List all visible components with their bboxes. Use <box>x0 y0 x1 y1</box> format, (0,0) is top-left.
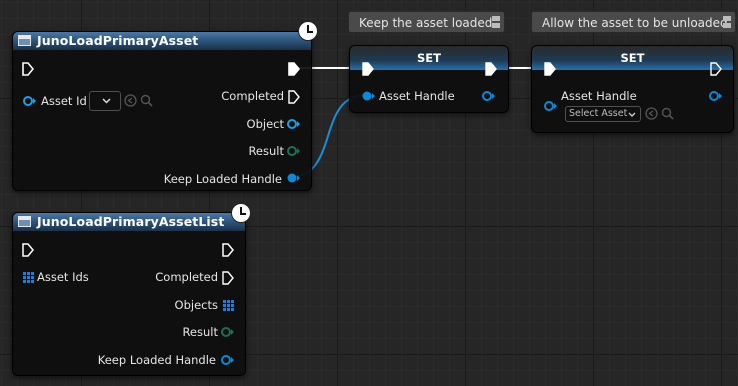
set-node-header[interactable]: SET <box>532 46 733 70</box>
objects-array-pin[interactable] <box>223 300 234 311</box>
comment-keep-loaded[interactable]: Keep the asset loaded <box>348 11 505 33</box>
asset-handle-in-pin[interactable] <box>543 100 557 112</box>
node-header[interactable]: JunoLoadPrimaryAssetList <box>13 213 245 231</box>
exec-out-pin[interactable] <box>485 62 497 76</box>
asset-id-label: Asset Id <box>41 94 87 108</box>
object-label: Object <box>246 117 284 131</box>
comment-text: Keep the asset loaded <box>359 16 493 30</box>
use-selected-icon[interactable] <box>645 107 658 120</box>
node-set-keep-loaded[interactable]: SET Asset Handle <box>349 45 509 113</box>
result-label: Result <box>182 325 218 339</box>
completed-exec-pin[interactable] <box>222 271 234 285</box>
chevron-down-icon <box>628 112 636 117</box>
object-pin[interactable] <box>286 118 300 130</box>
node-header[interactable]: JunoLoadPrimaryAsset <box>13 32 311 50</box>
keep-loaded-handle-pin[interactable] <box>220 354 234 366</box>
array-pin-icon[interactable] <box>23 272 34 283</box>
completed-exec-pin[interactable] <box>288 90 300 104</box>
comment-bubble-icon[interactable] <box>723 16 731 28</box>
asset-handle-out-pin[interactable] <box>708 90 722 102</box>
select-asset-dropdown[interactable]: Select Asset <box>565 106 641 122</box>
asset-handle-label: Asset Handle <box>379 89 455 103</box>
exec-in-pin[interactable] <box>22 243 34 257</box>
comment-allow-unload[interactable]: Allow the asset to be unloaded <box>531 11 736 33</box>
keep-loaded-handle-label: Keep Loaded Handle <box>97 353 216 367</box>
comment-text: Allow the asset to be unloaded <box>542 16 728 30</box>
result-pin[interactable] <box>286 145 300 157</box>
exec-out-pin[interactable] <box>710 62 722 76</box>
asset-id-pin[interactable] <box>22 95 36 107</box>
asset-ids-label: Asset Ids <box>37 270 89 284</box>
exec-in-pin[interactable] <box>22 62 34 76</box>
node-title: JunoLoadPrimaryAsset <box>37 33 199 48</box>
result-label: Result <box>248 144 284 158</box>
keep-loaded-handle-label: Keep Loaded Handle <box>163 172 282 186</box>
exec-out-pin[interactable] <box>288 62 300 76</box>
latent-clock-icon <box>298 21 318 41</box>
search-icon[interactable] <box>140 94 153 107</box>
exec-in-pin[interactable] <box>544 62 556 76</box>
completed-label: Completed <box>221 89 284 103</box>
asset-handle-out-pin[interactable] <box>481 90 495 102</box>
exec-in-pin[interactable] <box>362 62 374 76</box>
exec-out-pin[interactable] <box>222 243 234 257</box>
node-juno-load-primary-asset[interactable]: JunoLoadPrimaryAsset Asset Id Completed … <box>12 31 312 191</box>
chevron-down-icon <box>102 98 111 104</box>
function-icon <box>18 216 31 227</box>
completed-label: Completed <box>155 270 218 284</box>
asset-handle-in-pin[interactable] <box>361 90 375 102</box>
use-selected-icon[interactable] <box>124 94 137 107</box>
objects-label: Objects <box>174 298 218 312</box>
search-icon[interactable] <box>661 107 674 120</box>
function-icon <box>18 35 31 46</box>
node-juno-load-primary-asset-list[interactable]: JunoLoadPrimaryAssetList Asset Ids Compl… <box>12 212 246 376</box>
select-asset-text: Select Asset <box>569 108 628 119</box>
node-set-allow-unload[interactable]: SET Asset Handle Select Asset <box>531 45 734 133</box>
keep-loaded-handle-pin[interactable] <box>286 172 300 184</box>
asset-handle-label: Asset Handle <box>561 89 637 103</box>
result-pin[interactable] <box>220 326 234 338</box>
comment-bubble-icon[interactable] <box>492 16 500 28</box>
asset-id-dropdown[interactable] <box>89 91 121 111</box>
node-title: JunoLoadPrimaryAssetList <box>37 214 225 229</box>
latent-clock-icon <box>231 203 251 223</box>
